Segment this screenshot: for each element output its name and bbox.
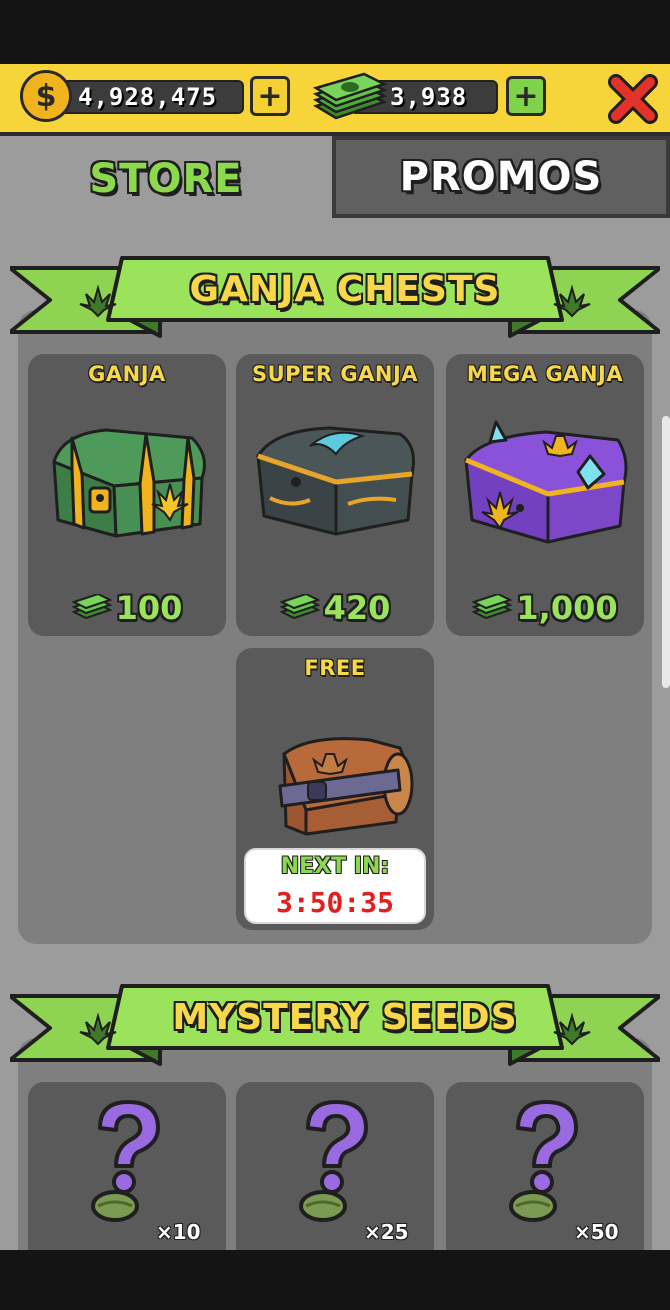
tab-promos-label: PROMOS (399, 154, 603, 200)
seed-multiplier: ×25 (364, 1220, 409, 1244)
next-free-timer-box: NEXT IN: 3:50:35 (244, 848, 426, 924)
chest-name: SUPER GANJA (251, 362, 419, 386)
chest-card-free[interactable]: FREE NEXT IN: 3:50:35 (236, 648, 434, 930)
chest-price: 1,000 (446, 588, 644, 628)
cash-stack-icon (472, 594, 513, 620)
cash-stack-icon (279, 594, 320, 620)
tab-store-label: STORE (89, 156, 243, 202)
scrollbar-thumb[interactable] (662, 416, 670, 688)
price-value: 420 (323, 589, 391, 627)
cash-stack-icon (312, 72, 388, 120)
free-chest-icon (278, 737, 414, 836)
seed-icon (91, 1190, 139, 1222)
chest-price: 100 (28, 588, 226, 628)
cash-stack-icon (71, 594, 112, 620)
super-ganja-chest-icon (256, 426, 415, 536)
question-mark-icon (516, 1100, 578, 1194)
cash-amount: 3,938 (390, 83, 468, 111)
navigation-bar-area (0, 1250, 670, 1310)
seed-card-10[interactable]: ×10 (28, 1082, 226, 1250)
chest-card-ganja[interactable]: GANJA 100 (28, 354, 226, 636)
mystery-seeds-title: MYSTERY SEEDS (172, 996, 518, 1038)
coin-symbol: $ (35, 78, 57, 114)
status-bar-area (0, 0, 670, 64)
seed-card-50[interactable]: ×50 (446, 1082, 644, 1250)
plus-icon: + (257, 78, 283, 114)
chest-price: 420 (236, 588, 434, 628)
ganja-chests-title: GANJA CHESTS (189, 268, 501, 310)
ganja-chest-icon (52, 428, 206, 538)
close-x-icon[interactable] (606, 72, 660, 126)
chest-card-super-ganja[interactable]: SUPER GANJA 420 (236, 354, 434, 636)
question-mark-icon (306, 1100, 368, 1194)
coin-amount: 4,928,475 (78, 83, 218, 111)
seed-multiplier: ×50 (574, 1220, 619, 1244)
seed-icon (509, 1190, 557, 1222)
tab-promos[interactable]: PROMOS (332, 136, 670, 218)
coin-icon: $ (20, 70, 72, 122)
plus-icon: + (513, 78, 539, 114)
mega-ganja-chest-icon (464, 420, 628, 544)
game-screen: $ 4,928,475 + 3,938 + STORE PROMOS GANJA… (0, 64, 670, 1250)
chest-name: MEGA GANJA (466, 362, 624, 386)
mystery-seeds-banner: MYSTERY SEEDS (8, 964, 662, 1074)
ganja-chests-banner: GANJA CHESTS (8, 236, 662, 346)
seed-multiplier: ×10 (156, 1220, 201, 1244)
add-cash-button[interactable]: + (506, 76, 546, 116)
chest-name: GANJA (88, 362, 166, 386)
price-value: 100 (115, 589, 183, 627)
tab-store[interactable]: STORE (0, 136, 332, 222)
currency-bar: $ 4,928,475 + 3,938 + (0, 64, 670, 136)
seed-icon (299, 1190, 347, 1222)
chest-card-mega-ganja[interactable]: MEGA GANJA 1,000 (446, 354, 644, 636)
next-in-label: NEXT IN: (280, 854, 390, 879)
add-coins-button[interactable]: + (250, 76, 290, 116)
seed-card-25[interactable]: ×25 (236, 1082, 434, 1250)
price-value: 1,000 (516, 589, 618, 627)
question-mark-icon (98, 1100, 160, 1194)
chest-name: FREE (304, 656, 366, 680)
countdown-timer: 3:50:35 (275, 886, 394, 919)
